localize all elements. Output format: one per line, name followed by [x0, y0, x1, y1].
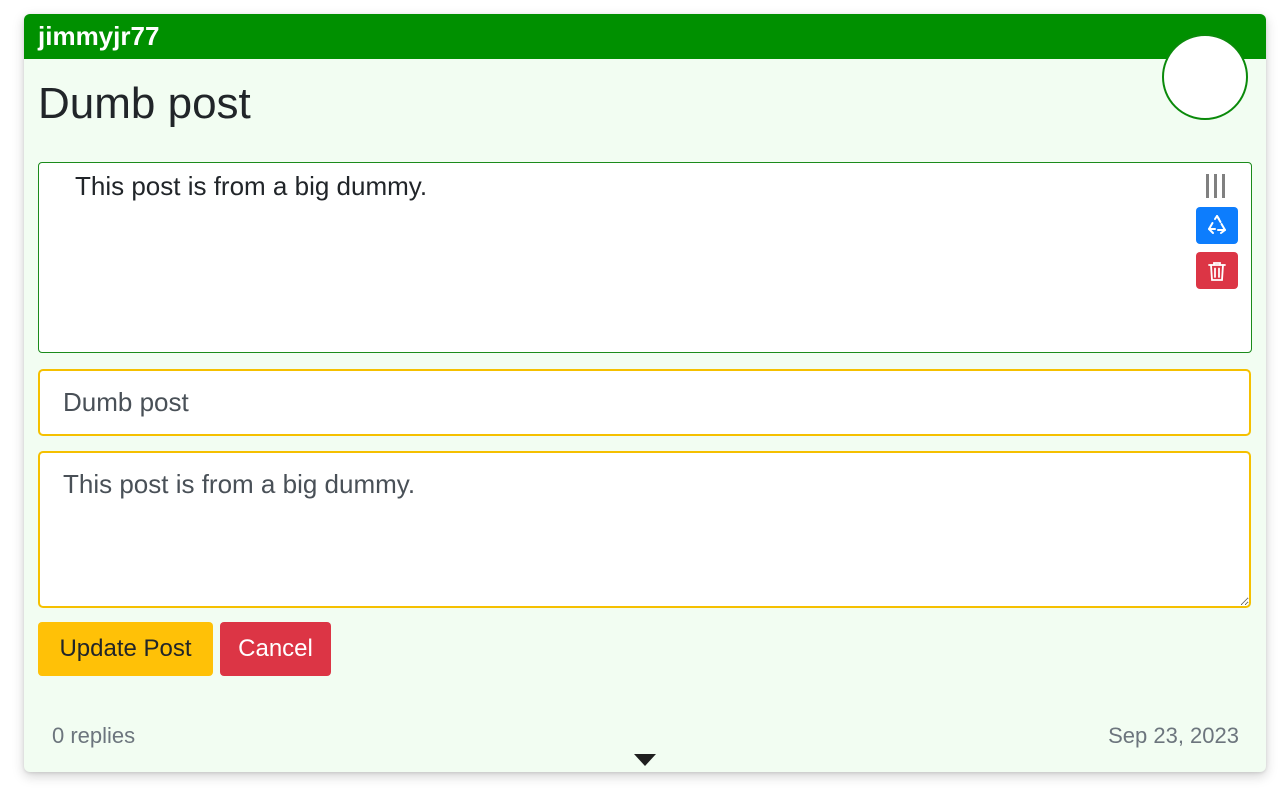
update-post-button[interactable]: Update Post — [38, 622, 213, 676]
avatar[interactable] — [1162, 34, 1248, 120]
trash-icon — [1207, 260, 1227, 282]
recycle-button[interactable] — [1196, 207, 1238, 244]
post-title: Dumb post — [38, 79, 251, 128]
title-input[interactable] — [38, 369, 1251, 436]
post-username[interactable]: jimmyjr77 — [38, 19, 159, 53]
post-content-box: This post is from a big dummy. — [38, 162, 1252, 353]
body-textarea[interactable]: This post is from a big dummy. — [38, 451, 1251, 608]
cancel-button[interactable]: Cancel — [220, 622, 331, 676]
post-date: Sep 23, 2023 — [1108, 723, 1239, 748]
post-card: jimmyjr77 Dumb post This post is from a … — [24, 14, 1266, 772]
drag-handle-icon[interactable] — [1203, 173, 1229, 199]
replies-count[interactable]: 0 replies — [52, 722, 135, 750]
post-header: jimmyjr77 — [24, 14, 1266, 59]
recycle-icon — [1205, 214, 1229, 238]
post-content-text: This post is from a big dummy. — [75, 171, 428, 201]
caret-down-icon[interactable] — [633, 752, 657, 768]
delete-button[interactable] — [1196, 252, 1238, 289]
